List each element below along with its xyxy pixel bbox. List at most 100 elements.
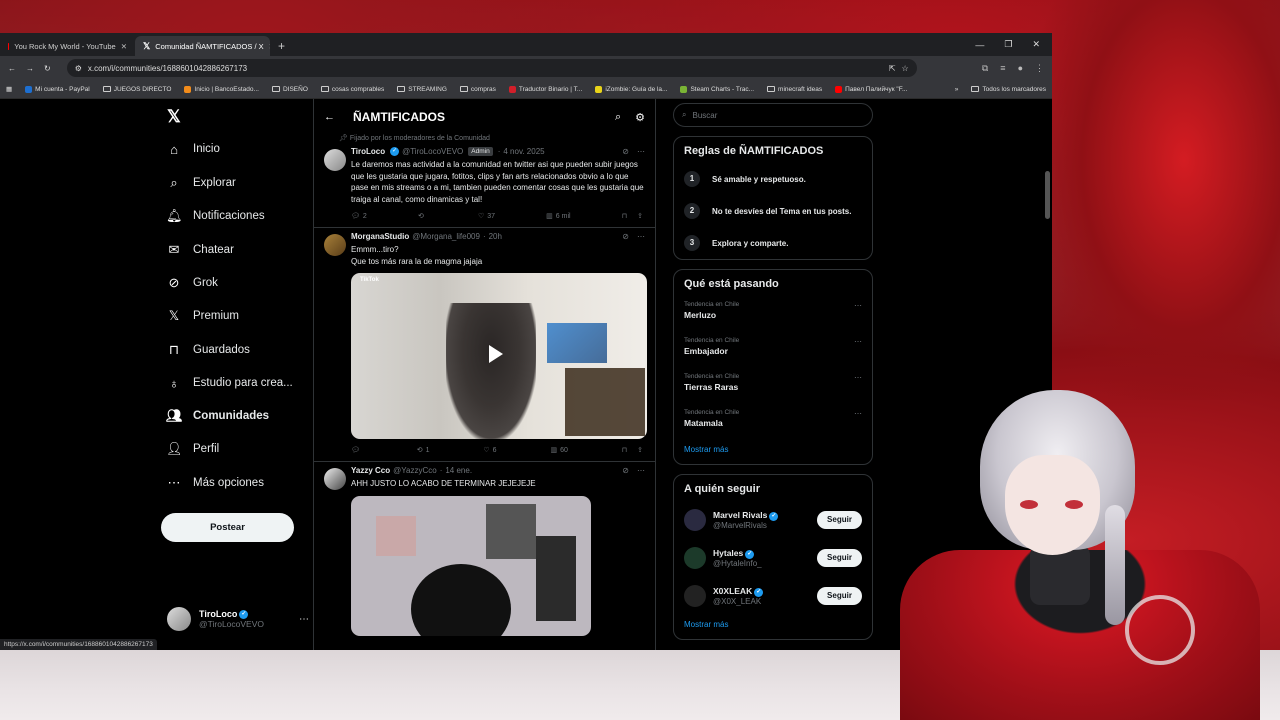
share-icon[interactable]: ⇪ [637,446,643,454]
bookmark-item[interactable]: Павел Палийчук "F... [835,85,907,93]
bookmark-folder[interactable]: compras [459,86,496,93]
bookmark-folder[interactable]: DISEÑO [271,86,308,93]
tab-youtube[interactable]: You Rock My World - YouTube ✕ [0,36,135,56]
tweet-video[interactable]: TikTok [351,273,647,439]
more-icon[interactable]: ⋯ [854,337,862,346]
avatar[interactable] [684,547,706,569]
bookmarks-overflow-icon[interactable]: » [955,86,959,93]
bookmark-item[interactable]: Steam Charts - Trac... [680,85,754,93]
more-icon[interactable]: ⋯ [299,614,309,625]
avatar[interactable] [324,149,346,171]
tweet-author[interactable]: MorganaStudio [351,232,409,241]
bookmark-icon[interactable]: ⊓ [622,212,627,220]
reload-icon[interactable]: ↻ [44,64,51,73]
bookmark-folder[interactable]: cosas comprables [320,86,384,93]
trend-item[interactable]: Tendencia en Chile Merluzo ⋯ [684,296,862,332]
like-button[interactable]: ♡ 37 [478,212,495,221]
tweet[interactable]: MorganaStudio @Morgana_life009 · 20h ⊘ ⋯ … [314,228,655,462]
grok-icon[interactable]: ⊘ [622,147,629,156]
tweet[interactable]: Yazzy Cco @YazzyCco · 14 ene. ⊘ ⋯ AHH JUS… [314,462,655,636]
more-icon[interactable]: ⋯ [637,466,645,475]
tweet-time[interactable]: 20h [489,232,502,241]
repost-button[interactable]: ⟲ [418,212,427,220]
maximize-icon[interactable]: ❐ [1004,39,1012,50]
window-close-icon[interactable]: ✕ [1032,39,1040,50]
nav-notificaciones[interactable]: 🔔︎ Notificaciones [166,206,265,226]
trend-item[interactable]: Tendencia en Chile Tierras Raras ⋯ [684,368,862,404]
nav-estudio[interactable]: ♁ Estudio para crea... [166,373,293,393]
follow-button[interactable]: Seguir [817,511,862,529]
follow-suggestion[interactable]: Hytales ✓ @HytaleInfo_ Seguir [684,539,862,577]
rule-item[interactable]: 2 No te desvíes del Tema en tus posts. [684,195,862,227]
bookmark-icon[interactable]: ⊓ [622,446,627,454]
follow-button[interactable]: Seguir [817,587,862,605]
bookmark-folder[interactable]: STREAMING [397,86,447,93]
show-more-link[interactable]: Mostrar más [684,615,862,639]
nav-guardados[interactable]: ⊓ Guardados [166,340,250,360]
back-arrow-icon[interactable]: ← [324,111,335,123]
star-icon[interactable]: ☆ [902,64,909,73]
bookmark-item[interactable]: Inicio | BancoEstado... [184,85,259,93]
follow-button[interactable]: Seguir [817,549,862,567]
nav-comunidades[interactable]: 👥︎ Comunidades [166,406,269,426]
like-button[interactable]: ♡ 6 [483,446,496,455]
post-button[interactable]: Postear [161,513,294,542]
nav-perfil[interactable]: 👤︎ Perfil [166,439,219,459]
rule-item[interactable]: 3 Explora y comparte. [684,227,862,259]
repost-button[interactable]: ⟲ 1 [417,446,430,455]
more-icon[interactable]: ⋯ [637,147,645,156]
more-icon[interactable]: ⋯ [637,232,645,241]
all-bookmarks[interactable]: Todos los marcadores [971,86,1046,93]
nav-mas-opciones[interactable]: ⋯ Más opciones [166,473,264,493]
nav-premium[interactable]: 𝕏 Premium [166,306,239,326]
nav-explorar[interactable]: ⌕ Explorar [166,173,235,193]
menu-icon[interactable]: ⋮ [1035,63,1044,74]
views-button[interactable]: ▥ 6 mil [546,212,570,221]
extensions-icon[interactable]: ⧉ [982,63,988,74]
reply-button[interactable]: 💬︎ [351,446,363,454]
tweet-time[interactable]: 4 nov. 2025 [503,147,544,156]
forward-icon[interactable]: → [26,64,34,73]
tab-community[interactable]: 𝕏 Comunidad ÑAMTIFICADOS / X ✕ [135,36,270,56]
play-icon[interactable] [489,345,503,363]
profile-icon[interactable]: ● [1018,63,1023,74]
x-logo-icon[interactable]: 𝕏 [167,107,181,127]
bookmark-folder[interactable]: minecraft ideas [767,86,822,93]
nav-grok[interactable]: ⊘ Grok [166,273,218,293]
bookmark-item[interactable]: Mi cuenta - PayPal [25,85,90,93]
search-input[interactable]: ⌕ Buscar [673,103,873,127]
nav-chatear[interactable]: ✉ Chatear [166,240,234,260]
tweet[interactable]: TiroLoco ✓ @TiroLocoVEVO Admin · 4 nov. … [314,143,655,228]
trend-item[interactable]: Tendencia en Chile Matamala ⋯ [684,404,862,440]
grok-icon[interactable]: ⊘ [622,466,629,475]
install-icon[interactable]: ⇱ [889,64,896,73]
follow-suggestion[interactable]: X0XLEAK ✓ @X0X_LEAK Seguir [684,577,862,615]
grok-icon[interactable]: ⊘ [622,232,629,241]
trend-item[interactable]: Tendencia en Chile Embajador ⋯ [684,332,862,368]
bookmark-item[interactable]: Traductor Binario | T... [508,85,582,93]
rule-item[interactable]: 1 Sé amable y respetuoso. [684,163,862,195]
avatar[interactable] [684,509,706,531]
share-icon[interactable]: ⇪ [637,212,643,220]
account-switcher[interactable]: TiroLoco ✓ @TiroLocoVEVO ⋯ [167,607,309,631]
more-icon[interactable]: ⋯ [854,301,862,310]
settings-icon[interactable]: ⚙ [635,111,645,124]
views-button[interactable]: ▥ 60 [550,446,567,455]
tweet-author[interactable]: TiroLoco [351,147,385,156]
back-icon[interactable]: ← [8,64,16,73]
tweet-author[interactable]: Yazzy Cco [351,466,390,475]
apps-icon[interactable]: ▦ [6,85,12,93]
reply-button[interactable]: 💬︎ 2 [351,212,367,221]
media-icon[interactable]: ≡ [1000,63,1005,74]
minimize-icon[interactable]: — [975,40,984,50]
more-icon[interactable]: ⋯ [854,409,862,418]
follow-suggestion[interactable]: Marvel Rivals ✓ @MarvelRivals Seguir [684,501,862,539]
avatar[interactable] [324,234,346,256]
scrollbar[interactable] [1045,171,1050,219]
nav-inicio[interactable]: ⌂ Inicio [166,139,220,159]
close-icon[interactable]: ✕ [121,42,127,51]
bookmark-item[interactable]: iZombie: Guía de la... [595,85,667,93]
tweet-image[interactable] [351,495,591,636]
tweet-time[interactable]: 14 ene. [445,466,472,475]
bookmark-folder[interactable]: JUEGOS DIRECTO [102,86,171,93]
